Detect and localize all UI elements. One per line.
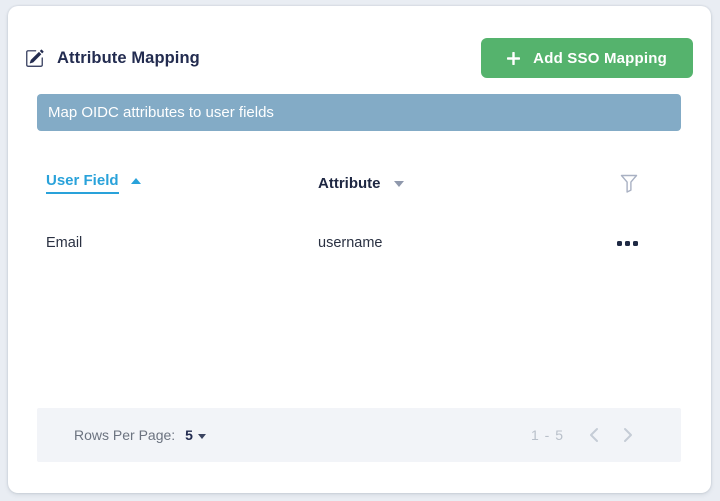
rows-per-page-dropdown[interactable]: 5	[185, 427, 206, 443]
page-title: Attribute Mapping	[57, 48, 200, 67]
sort-asc-icon	[130, 178, 141, 184]
sort-desc-icon	[393, 181, 404, 187]
chevron-left-icon[interactable]	[588, 427, 599, 443]
rows-per-page-value: 5	[185, 427, 193, 443]
plus-icon	[507, 51, 521, 65]
info-banner-text: Map OIDC attributes to user fields	[48, 104, 274, 121]
column-header-user-field[interactable]: User Field	[46, 172, 141, 194]
rows-per-page: Rows Per Page: 5	[74, 427, 206, 443]
column-label: User Field	[46, 172, 119, 194]
table-header-row: User Field Attribute	[8, 165, 711, 201]
card-header: Attribute Mapping Add SSO Mapping	[8, 6, 711, 78]
funnel-icon[interactable]	[620, 174, 638, 193]
column-label: Attribute	[318, 174, 381, 192]
cell-user-field: Email	[46, 235, 83, 251]
column-header-attribute[interactable]: Attribute	[318, 175, 404, 192]
cell-attribute: username	[318, 235, 383, 251]
rows-per-page-label: Rows Per Page:	[74, 427, 176, 443]
info-banner: Map OIDC attributes to user fields	[37, 94, 681, 131]
title-wrap: Attribute Mapping	[25, 49, 200, 68]
pager-controls: 1 - 5	[531, 427, 634, 443]
pagination-bar: Rows Per Page: 5 1 - 5	[37, 408, 681, 462]
attribute-mapping-card: Attribute Mapping Add SSO Mapping Map OI…	[8, 6, 711, 493]
page-range-label: 1 - 5	[530, 427, 564, 443]
chevron-down-icon	[197, 433, 206, 439]
pencil-square-icon	[25, 49, 44, 68]
add-sso-mapping-button[interactable]: Add SSO Mapping	[481, 38, 693, 78]
add-button-label: Add SSO Mapping	[533, 49, 667, 67]
table-row: Email username	[8, 223, 711, 263]
ellipsis-icon[interactable]	[617, 240, 638, 246]
chevron-right-icon[interactable]	[623, 427, 634, 443]
